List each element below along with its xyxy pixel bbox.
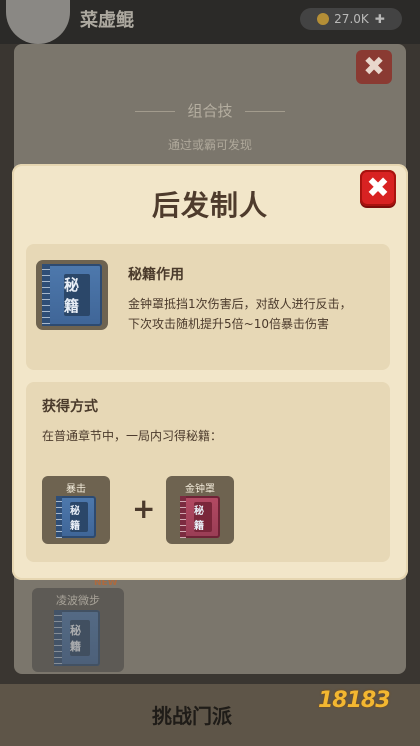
- tab-challenge-sect[interactable]: 挑战门派: [152, 700, 232, 729]
- book-icon: 秘籍: [180, 496, 220, 538]
- book-icon: 秘籍: [56, 496, 96, 538]
- skill-card-label: 凌波微步: [56, 594, 100, 607]
- ingredient-card-golden-bell[interactable]: 金钟罩 秘籍: [166, 476, 234, 544]
- background-close-button[interactable]: ✖: [356, 50, 392, 84]
- dialog-title: 后发制人: [151, 189, 268, 222]
- effect-heading: 秘籍作用: [128, 267, 184, 283]
- obtain-section: 获得方式 在普通章节中，一局内习得秘籍： 暴击 秘籍 + 金钟罩 秘籍: [26, 382, 390, 562]
- close-icon: ✖: [366, 171, 390, 204]
- ingredient-card-crit[interactable]: 暴击 秘籍: [42, 476, 110, 544]
- book-title: 秘籍: [64, 274, 90, 316]
- effect-section: 秘籍 秘籍作用 金钟罩抵挡1次伤害后，对敌人进行反击， 下次攻击随机提升5倍~1…: [26, 244, 390, 370]
- add-coins-icon[interactable]: ✚: [375, 12, 385, 26]
- player-name: 菜虚鲲: [80, 10, 134, 31]
- skill-card[interactable]: 凌波微步 秘籍: [32, 588, 124, 672]
- book-icon: 秘籍: [54, 610, 100, 666]
- ingredient-label: 金钟罩: [185, 484, 215, 495]
- book-title: 秘籍: [70, 620, 90, 656]
- plus-sign: +: [132, 492, 156, 525]
- coin-amount: 27.0K: [334, 12, 369, 26]
- close-button[interactable]: ✖: [360, 170, 396, 206]
- section-title: 组合技: [0, 100, 420, 121]
- book-frame: 秘籍: [36, 260, 108, 330]
- obtain-description: 在普通章节中，一局内习得秘籍：: [42, 429, 223, 443]
- skill-detail-dialog: 后发制人 ✖ 秘籍 秘籍作用 金钟罩抵挡1次伤害后，对敌人进行反击， 下次攻击随…: [12, 164, 408, 580]
- effect-line-2: 下次攻击随机提升5倍~10倍暴击伤害: [128, 317, 329, 331]
- coin-icon: [317, 13, 330, 25]
- coin-counter: 27.0K ✚: [300, 8, 402, 30]
- ingredient-label: 暴击: [66, 484, 86, 495]
- section-hint: 通过或霸可发现: [167, 138, 252, 152]
- obtain-heading: 获得方式: [42, 399, 98, 415]
- watermark-logo: 18183: [318, 688, 391, 713]
- book-icon: 秘籍: [42, 264, 102, 326]
- book-title: 秘籍: [70, 502, 88, 532]
- effect-line-1: 金钟罩抵挡1次伤害后，对敌人进行反击，: [128, 297, 352, 311]
- book-title: 秘籍: [194, 502, 212, 532]
